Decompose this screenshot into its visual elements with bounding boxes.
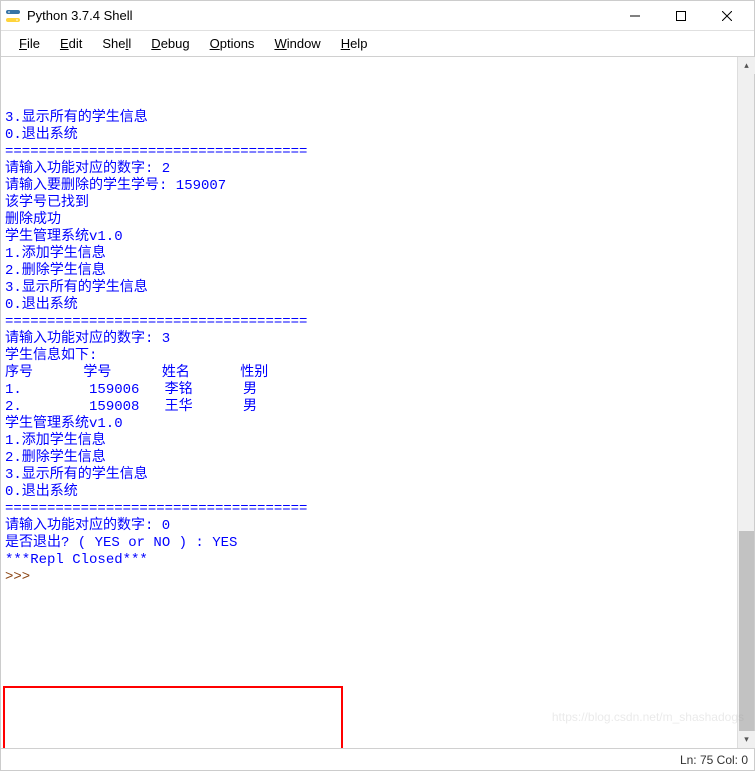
highlight-box xyxy=(3,686,343,748)
console-line: 请输入功能对应的数字: 0 xyxy=(5,518,733,535)
menu-debug[interactable]: Debug xyxy=(141,34,199,53)
scroll-up-arrow[interactable]: ▴ xyxy=(738,57,755,74)
content-area: 3.显示所有的学生信息0.退出系统=======================… xyxy=(1,57,754,748)
console-line: 删除成功 xyxy=(5,212,733,229)
console-line: 学生管理系统v1.0 xyxy=(5,229,733,246)
window-title: Python 3.7.4 Shell xyxy=(27,8,612,23)
console-line: 请输入功能对应的数字: 3 xyxy=(5,331,733,348)
console-line: 是否退出? ( YES or NO ) : YES xyxy=(5,535,733,552)
status-bar: Ln: 75 Col: 0 xyxy=(1,748,754,770)
console-line: 请输入功能对应的数字: 2 xyxy=(5,161,733,178)
console-line: ==================================== xyxy=(5,144,733,161)
console-line: 学生管理系统v1.0 xyxy=(5,416,733,433)
console-line: 3.显示所有的学生信息 xyxy=(5,467,733,484)
menu-edit[interactable]: Edit xyxy=(50,34,92,53)
menu-help[interactable]: Help xyxy=(331,34,378,53)
console-line: 请输入要删除的学生学号: 159007 xyxy=(5,178,733,195)
app-icon xyxy=(5,8,21,24)
console-line: ***Repl Closed*** xyxy=(5,552,733,569)
console-line: ==================================== xyxy=(5,501,733,518)
console-line: 1. 159006 李铭 男 xyxy=(5,382,733,399)
console-line: 该学号已找到 xyxy=(5,195,733,212)
console-line: ==================================== xyxy=(5,314,733,331)
minimize-button[interactable] xyxy=(612,1,658,31)
cursor-position: Ln: 75 Col: 0 xyxy=(680,753,748,767)
console-line: 3.显示所有的学生信息 xyxy=(5,110,733,127)
scroll-down-arrow[interactable]: ▾ xyxy=(738,731,755,748)
console-line: 序号 学号 姓名 性别 xyxy=(5,365,733,382)
console-line: 学生信息如下: xyxy=(5,348,733,365)
prompt-line[interactable]: >>> xyxy=(5,569,733,586)
console-line: 3.显示所有的学生信息 xyxy=(5,280,733,297)
console-line: 1.添加学生信息 xyxy=(5,246,733,263)
console-line: 0.退出系统 xyxy=(5,127,733,144)
console-line: 2.删除学生信息 xyxy=(5,263,733,280)
menu-shell[interactable]: Shell xyxy=(92,34,141,53)
close-button[interactable] xyxy=(704,1,750,31)
console-line: 0.退出系统 xyxy=(5,297,733,314)
console-line: 0.退出系统 xyxy=(5,484,733,501)
menu-window[interactable]: Window xyxy=(264,34,330,53)
console-line: 1.添加学生信息 xyxy=(5,433,733,450)
vertical-scrollbar[interactable]: ▴ ▾ xyxy=(737,57,754,748)
menu-options[interactable]: Options xyxy=(200,34,265,53)
title-bar: Python 3.7.4 Shell xyxy=(1,1,754,31)
maximize-button[interactable] xyxy=(658,1,704,31)
console-output[interactable]: 3.显示所有的学生信息0.退出系统=======================… xyxy=(1,57,737,748)
menu-file[interactable]: File xyxy=(9,34,50,53)
console-line: 2. 159008 王华 男 xyxy=(5,399,733,416)
console-line: 2.删除学生信息 xyxy=(5,450,733,467)
menu-bar: File Edit Shell Debug Options Window Hel… xyxy=(1,31,754,57)
window-controls xyxy=(612,1,750,31)
scroll-thumb[interactable] xyxy=(739,531,754,731)
